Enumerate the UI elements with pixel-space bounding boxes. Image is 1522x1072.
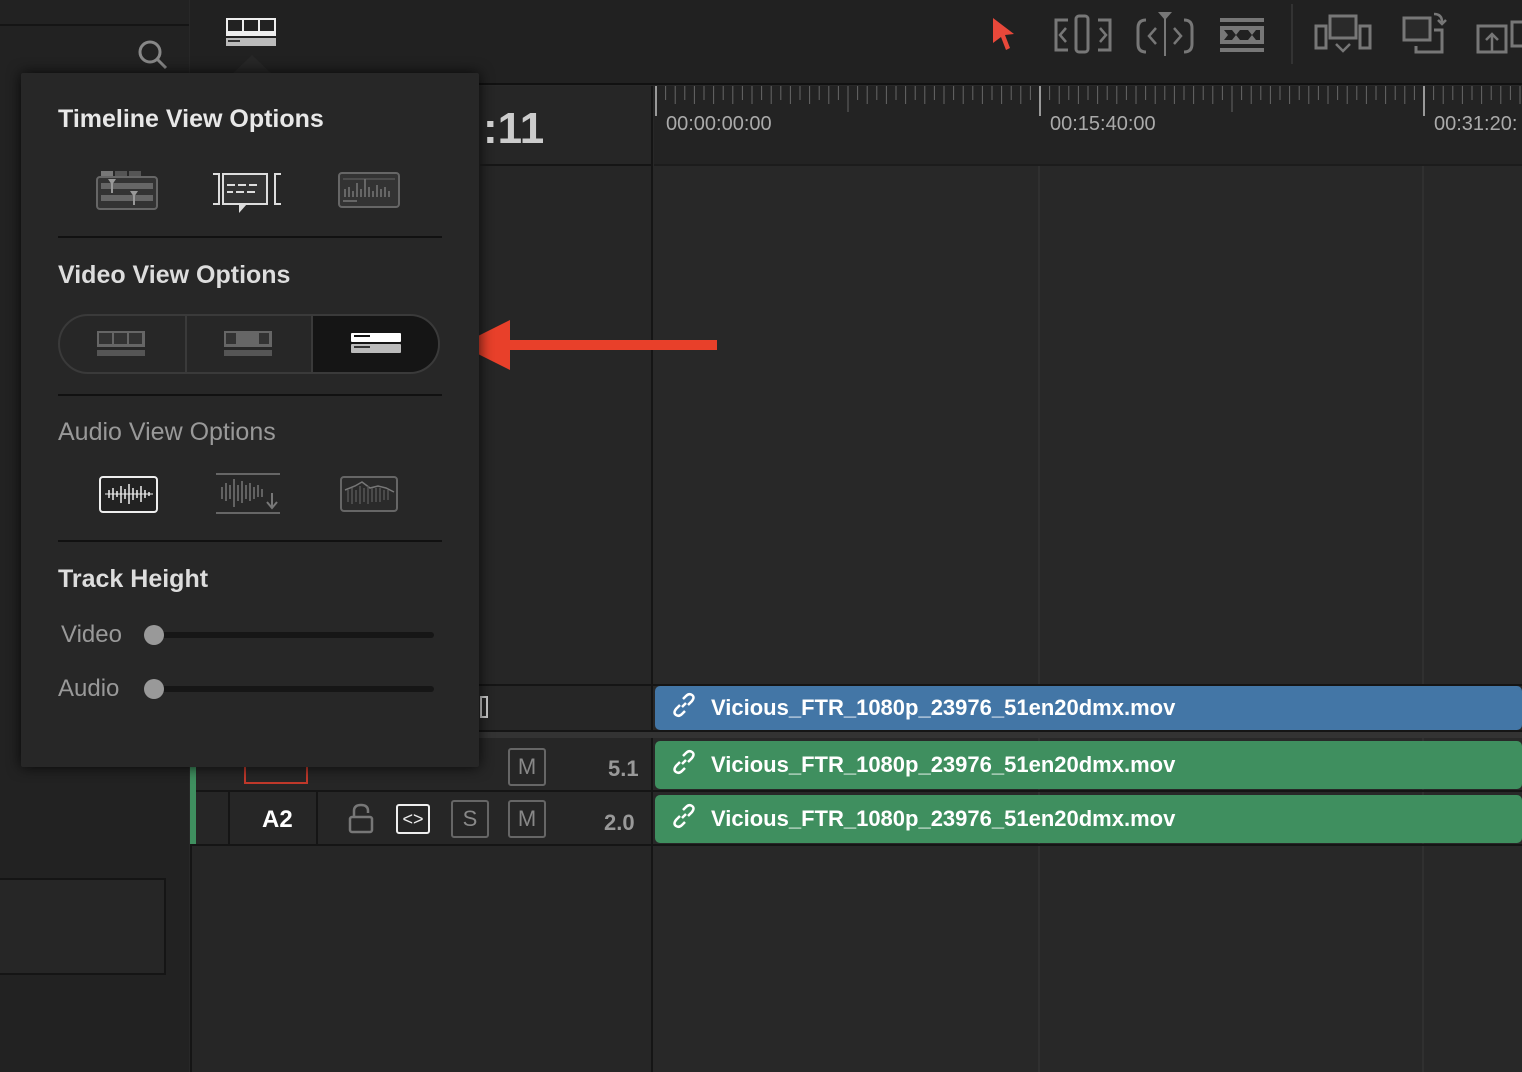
grid-line [1422, 166, 1424, 1072]
section-title: Track Height [58, 565, 209, 593]
slider-knob[interactable] [144, 679, 164, 699]
slider-label: Video [61, 621, 122, 648]
track-color-bar [190, 792, 196, 844]
timeline-view-options-popup: Timeline View Options Video View Options… [21, 73, 479, 767]
section-title: Audio View Options [58, 418, 276, 446]
annotation-arrow [460, 318, 720, 376]
video-view-segmented-control [58, 314, 440, 374]
ruler-ticks [655, 86, 1521, 116]
audio-waveform-display-icon[interactable] [337, 171, 401, 213]
waveform-overlay-icon[interactable] [340, 476, 400, 518]
track-name-a2[interactable]: A2 [262, 806, 293, 834]
search-icon[interactable] [136, 38, 170, 76]
auto-track-select-icon[interactable]: <> [396, 804, 430, 834]
video-track-height-slider[interactable] [144, 625, 434, 645]
timecode-display: :11 [483, 104, 545, 153]
divider [58, 236, 442, 238]
slider-label: Audio [58, 675, 120, 702]
video-clip[interactable]: Vicious_FTR_1080p_23976_51en20dmx.mov [655, 686, 1522, 730]
mute-button-a1[interactable]: M [508, 748, 546, 786]
timeline-view-options-icon[interactable] [224, 16, 278, 54]
waveform-full-icon[interactable] [99, 476, 159, 518]
audio-clip-a1[interactable]: Vicious_FTR_1080p_23976_51en20dmx.mov [655, 741, 1522, 789]
ruler-label: 00:31:20: [1434, 113, 1518, 135]
popup-pointer [232, 55, 272, 74]
divider [58, 540, 442, 542]
filmstrip-option[interactable] [60, 316, 187, 372]
track-format: 2.0 [604, 810, 635, 835]
waveform-rectified-icon[interactable] [216, 473, 282, 519]
link-icon [671, 692, 697, 724]
grid-line [1038, 166, 1040, 1072]
divider [0, 24, 189, 26]
blade-edit-icon[interactable] [1218, 12, 1276, 56]
timeline-ruler[interactable]: 00:00:00:00 00:15:40:00 00:31:20: [654, 86, 1522, 166]
slider-knob[interactable] [144, 625, 164, 645]
audio-track-height-slider[interactable] [144, 679, 434, 699]
clip-name: Vicious_FTR_1080p_23976_51en20dmx.mov [711, 752, 1176, 777]
stacked-timelines-icon[interactable] [95, 169, 159, 215]
link-icon [671, 803, 697, 835]
panel-box [0, 878, 166, 975]
simple-option-selected[interactable] [313, 316, 438, 372]
ruler-label: 00:15:40:00 [1050, 113, 1156, 135]
link-icon [671, 749, 697, 781]
track-format: 5.1 [608, 756, 639, 781]
section-title: Video View Options [58, 261, 291, 289]
thumbnail-icon [224, 331, 272, 356]
divider [480, 164, 653, 166]
divider [58, 394, 442, 396]
ruler-label: 00:00:00:00 [666, 113, 772, 135]
clip-name: Vicious_FTR_1080p_23976_51en20dmx.mov [711, 695, 1176, 720]
filmstrip-icon [97, 331, 146, 356]
track-icon[interactable] [480, 696, 488, 718]
subtitle-tracks-icon[interactable] [211, 171, 283, 219]
overwrite-clip-icon[interactable] [1400, 12, 1458, 56]
audio-clip-a2[interactable]: Vicious_FTR_1080p_23976_51en20dmx.mov [655, 795, 1522, 843]
insert-clip-icon[interactable] [1314, 12, 1372, 56]
divider [1291, 4, 1293, 64]
dynamic-trim-icon[interactable] [1136, 12, 1194, 56]
simple-icon [350, 333, 401, 353]
selection-mode-icon[interactable] [990, 16, 1020, 56]
solo-button-a2[interactable]: S [451, 800, 489, 838]
mute-button-a2[interactable]: M [508, 800, 546, 838]
section-title: Timeline View Options [58, 105, 324, 133]
replace-clip-icon[interactable] [1474, 12, 1522, 56]
lock-icon[interactable] [348, 802, 374, 838]
thumbnail-option[interactable] [187, 316, 314, 372]
trim-edit-mode-icon[interactable] [1054, 12, 1112, 56]
clip-name: Vicious_FTR_1080p_23976_51en20dmx.mov [711, 806, 1176, 831]
